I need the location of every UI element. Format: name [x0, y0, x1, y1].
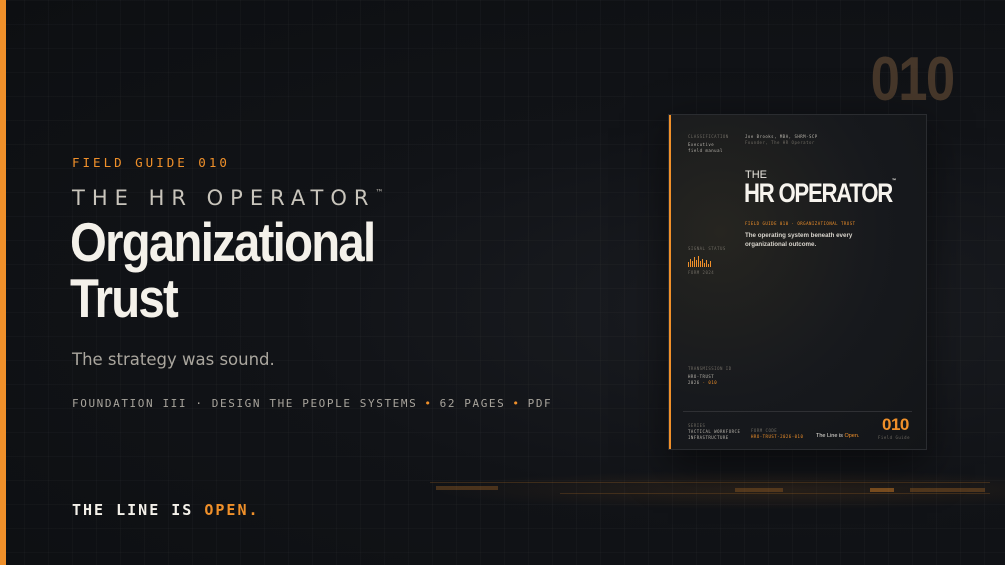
series-name: THE HR OPERATOR: [72, 186, 376, 210]
cover-transmission-date: 2026 · 010: [688, 380, 717, 386]
scan-segment: [436, 486, 498, 490]
signal-bar: [704, 263, 705, 267]
scan-segment: [735, 488, 783, 492]
cover-number-caption: Field Guide: [878, 435, 910, 440]
cover-transmission-code: 010: [708, 380, 718, 385]
signal-bar: [692, 261, 693, 267]
cover-number: 010: [882, 415, 909, 434]
cover-line-tagline: The Line is Open.: [816, 433, 859, 439]
cover-trademark-mark: ™: [892, 178, 897, 184]
meta-separator: •: [424, 397, 433, 410]
cover-divider: [683, 411, 912, 412]
signal-bar: [688, 262, 689, 267]
meta-format: PDF: [527, 397, 553, 410]
trademark-mark: ™: [375, 188, 384, 197]
scan-segment: [910, 488, 985, 492]
edition-number: 010: [870, 45, 955, 114]
signal-bar: [700, 261, 701, 267]
meta-foundation: FOUNDATION III · DESIGN THE PEOPLE SYSTE…: [72, 397, 418, 410]
subtitle: The strategy was sound.: [72, 350, 275, 369]
signal-bar: [694, 257, 695, 267]
signal-bar: [702, 259, 703, 267]
cover-line-prefix: The Line is: [816, 433, 845, 439]
series-title: THE HR OPERATOR™: [72, 186, 384, 210]
cover-line-highlight: Open.: [844, 433, 860, 439]
cover-title-text: HR OPERATOR: [744, 178, 893, 208]
cover-transmission-dot: ·: [702, 380, 706, 385]
signal-bar: [706, 260, 707, 267]
page-title-line-2: Trust: [70, 267, 179, 329]
scan-line: [560, 493, 990, 494]
signal-bar: [696, 260, 697, 267]
cover-signal-label: SIGNAL STATUS: [688, 246, 726, 251]
page-title: Organizational Trust: [70, 214, 483, 326]
cover-signal-value: FORM 2024: [688, 270, 715, 275]
cover-field-guide-line: FIELD GUIDE 010 · ORGANIZATIONAL TRUST: [745, 221, 856, 226]
book-cover: CLASSIFICATION Executive field manual Jo…: [668, 114, 927, 450]
cover-classification-label: CLASSIFICATION: [688, 134, 729, 139]
signal-bar: [698, 256, 699, 267]
cover-transmission-label: TRANSMISSION ID: [688, 366, 732, 371]
scan-line: [430, 482, 990, 483]
signal-bar: [690, 259, 691, 267]
cover-signal-bars: [688, 256, 711, 267]
cover-spine: [669, 115, 671, 449]
cover-transmission-year: 2026: [688, 380, 700, 385]
field-guide-kicker: FIELD GUIDE 010: [72, 155, 230, 170]
meta-pages: 62 PAGES: [439, 397, 506, 410]
tagline-highlight: OPEN.: [204, 501, 260, 519]
cover-classification-value-2: field manual: [688, 148, 723, 153]
signal-bar: [710, 261, 711, 267]
signal-bar: [708, 264, 709, 267]
cover-series-value-2: INFRASTRUCTURE: [688, 435, 729, 440]
tagline-prefix: THE LINE IS: [72, 501, 205, 519]
scan-segment: [870, 488, 894, 492]
meta-line: FOUNDATION III · DESIGN THE PEOPLE SYSTE…: [72, 397, 552, 410]
meta-separator: •: [512, 397, 521, 410]
cover-title: HR OPERATOR™: [744, 178, 896, 209]
cover-author-role: Founder, The HR Operator: [745, 140, 815, 145]
cover-form-code: HRO-TRUST-2026-010: [751, 434, 804, 439]
tagline: THE LINE IS OPEN.: [72, 501, 260, 519]
cover-tagline: The operating system beneath every organ…: [745, 232, 853, 248]
left-accent-bar: [0, 0, 6, 565]
page-title-line-1: Organizational: [70, 211, 376, 273]
